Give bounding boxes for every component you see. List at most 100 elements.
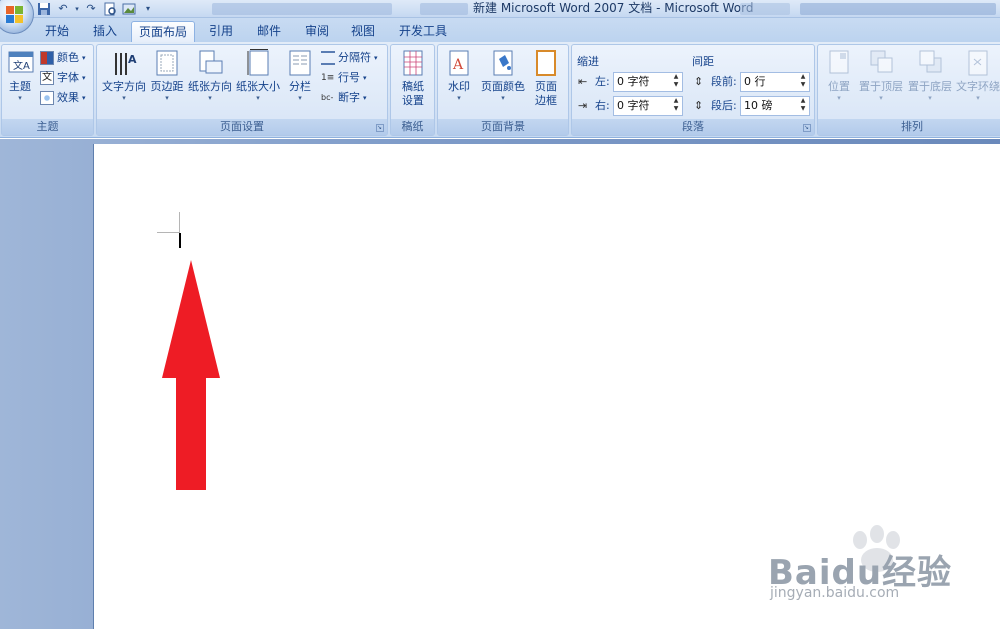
theme-colors-button[interactable]: 颜色 ▾ [40,49,86,67]
page-color-label: 页面颜色 [481,80,525,93]
bring-to-front-label: 置于顶层 [859,80,903,93]
red-arrow-annotation-icon [162,260,220,490]
arrange-group: 位置 ▾ 置于顶层 ▾ 置于底层 ▾ 文字环绕 ▾ 排列 [817,44,1000,136]
draft-settings-button[interactable]: 稿纸 设置 [395,49,431,108]
chevron-down-icon: ▾ [18,94,22,102]
spinner-arrows-icon[interactable]: ▲ ▼ [671,73,681,91]
chevron-down-icon: ▾ [256,94,260,102]
page-color-button[interactable]: 页面颜色 ▾ [480,49,526,102]
text-cursor [179,233,181,248]
page-borders-icon [534,49,558,77]
chevron-down-icon: ▾ [976,94,980,102]
breaks-icon [321,51,335,65]
print-preview-icon[interactable] [102,2,118,16]
tab-insert[interactable]: 插入 [84,21,126,42]
draft-settings-label-2: 设置 [402,94,424,107]
text-direction-icon: A [112,49,137,77]
spinner-arrows-icon[interactable]: ▲ ▼ [671,97,681,115]
tab-references[interactable]: 引用 [200,21,242,42]
spacing-before-input[interactable]: 0 行 ▲ ▼ [740,72,810,92]
dialog-launcher-icon[interactable]: ↘ [376,124,384,132]
margins-button[interactable]: 页边距 ▾ [149,49,185,102]
page-setup-group: A 文字方向 ▾ 页边距 ▾ 纸张方向 ▾ 纸张大小 ▾ 分栏 ▾ 分隔符 ▾ … [96,44,388,136]
tab-home[interactable]: 开始 [36,21,78,42]
indent-right-input[interactable]: 0 字符 ▲ ▼ [613,96,683,116]
spacing-before-value: 0 行 [744,75,766,88]
hyphenation-label: 断字 [338,91,360,104]
blurred-taskbar-item [212,3,392,15]
page-borders-label-2: 边框 [535,94,557,107]
position-icon [827,49,851,77]
customize-toolbar-icon[interactable]: ▾ [140,2,156,16]
picture-icon[interactable] [121,2,137,16]
margin-corner-mark [157,232,179,233]
spinner-arrows-icon[interactable]: ▲ ▼ [798,73,808,91]
columns-button[interactable]: 分栏 ▾ [285,49,315,102]
undo-dropdown-icon[interactable]: ▾ [74,2,80,16]
orientation-icon [198,49,223,77]
bring-to-front-button[interactable]: 置于顶层 ▾ [858,49,904,102]
tab-mailings[interactable]: 邮件 [248,21,290,42]
chevron-down-icon: ▾ [208,94,212,102]
spacing-after-input[interactable]: 10 磅 ▲ ▼ [740,96,810,116]
indent-left-label: 左: [595,75,610,88]
theme-fonts-button[interactable]: 文 字体 ▾ [40,69,86,87]
indent-right-row: ⇥ 右: [578,97,610,115]
spacing-after-label: 段后: [711,99,737,112]
watermark-button[interactable]: A 水印 ▾ [444,49,474,102]
line-numbers-button[interactable]: 1≡ 行号 ▾ [321,69,367,87]
text-wrapping-icon [966,49,990,77]
indent-left-input[interactable]: 0 字符 ▲ ▼ [613,72,683,92]
margins-icon [155,49,179,77]
indent-left-row: ⇤ 左: [578,73,610,91]
dialog-launcher-icon[interactable]: ↘ [803,124,811,132]
tab-developer[interactable]: 开发工具 [392,21,454,42]
ribbon: 文A 主题 ▾ 颜色 ▾ 文 字体 ▾ 效果 ▾ 主题 A 文字方向 ▾ 页边距… [0,42,1000,138]
undo-icon[interactable]: ↶ [55,2,71,16]
theme-fonts-label: 字体 [57,71,79,84]
indent-right-icon: ⇥ [578,99,588,112]
chevron-down-icon: ▾ [122,94,126,102]
breaks-button[interactable]: 分隔符 ▾ [321,49,378,67]
theme-effects-label: 效果 [57,91,79,104]
send-to-back-button[interactable]: 置于底层 ▾ [907,49,953,102]
page-size-icon [246,49,270,77]
redo-icon[interactable]: ↷ [83,2,99,16]
page-borders-button[interactable]: 页面 边框 [530,49,562,108]
themes-icon: 文A [8,49,34,77]
orientation-button[interactable]: 纸张方向 ▾ [187,49,233,102]
theme-group: 文A 主题 ▾ 颜色 ▾ 文 字体 ▾ 效果 ▾ 主题 [1,44,94,136]
text-wrapping-label: 文字环绕 [956,80,1000,93]
page-size-button[interactable]: 纸张大小 ▾ [235,49,281,102]
text-direction-button[interactable]: A 文字方向 ▾ [101,49,147,102]
chevron-down-icon: ▾ [501,94,505,102]
hyphenation-button[interactable]: bc- 断字 ▾ [321,89,367,107]
blurred-taskbar-item [420,3,468,15]
arrange-group-title: 排列 [818,119,1000,135]
send-to-back-label: 置于底层 [908,80,952,93]
margins-label: 页边距 [150,80,184,93]
margin-corner-mark [179,212,180,233]
tab-review[interactable]: 审阅 [296,21,338,42]
position-button[interactable]: 位置 ▾ [824,49,854,102]
spacing-after-row: ⇕ 段后: [694,97,737,115]
tab-view[interactable]: 视图 [342,21,384,42]
indent-header: 缩进 [577,55,599,68]
indent-left-value: 0 字符 [617,75,650,88]
spacing-before-label: 段前: [711,75,737,88]
spinner-arrows-icon[interactable]: ▲ ▼ [798,97,808,115]
line-numbers-icon: 1≡ [321,73,335,83]
text-wrapping-button[interactable]: 文字环绕 ▾ [956,49,1000,102]
save-icon[interactable] [36,2,52,16]
chevron-down-icon: ▾ [165,94,169,102]
columns-label: 分栏 [289,80,311,93]
bring-to-front-icon [869,49,893,77]
theme-effects-button[interactable]: 效果 ▾ [40,89,86,107]
indent-right-label: 右: [595,99,610,112]
draft-settings-label-1: 稿纸 [402,80,424,93]
draft-group-title: 稿纸 [391,119,434,135]
chevron-down-icon: ▾ [928,94,932,102]
tab-page-layout[interactable]: 页面布局 [131,21,195,42]
draft-paper-icon [401,49,425,77]
themes-button[interactable]: 文A 主题 ▾ [4,49,36,102]
